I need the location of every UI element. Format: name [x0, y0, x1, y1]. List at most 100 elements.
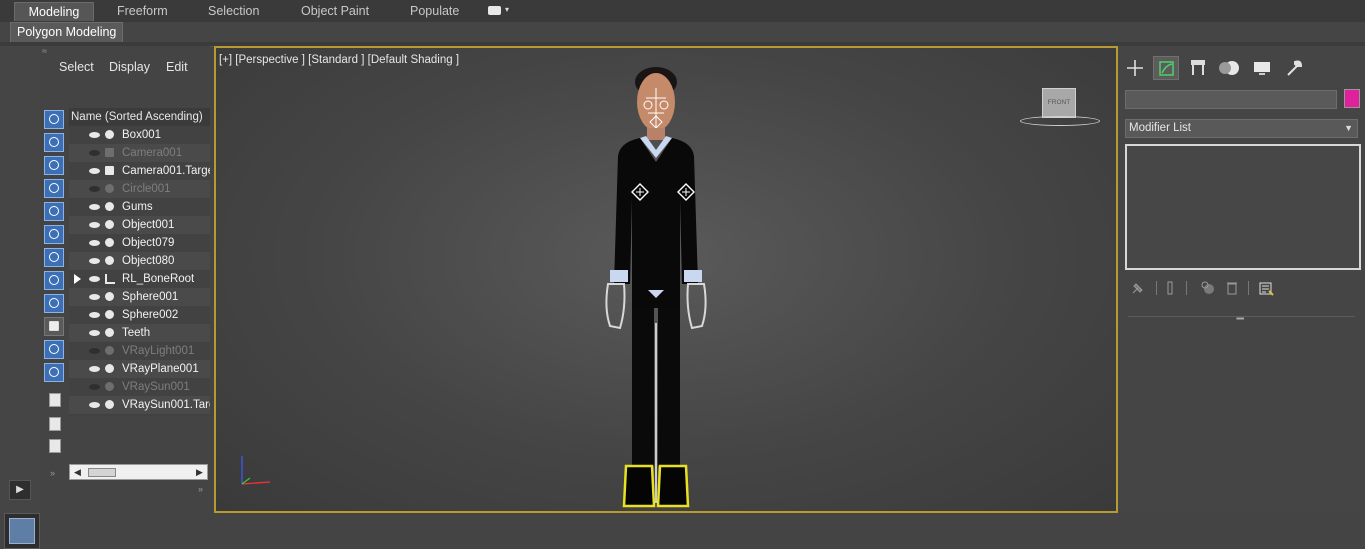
utilities-tab[interactable]	[1281, 56, 1307, 80]
visibility-eye-icon[interactable]	[89, 330, 100, 336]
menu-select[interactable]: Select	[59, 60, 94, 74]
object-name-field[interactable]	[1125, 90, 1337, 109]
display-tab[interactable]	[1249, 56, 1275, 80]
visibility-eye-icon[interactable]	[89, 168, 100, 174]
ribbon-options-dropdown[interactable]: ▾	[488, 5, 512, 17]
make-unique-icon[interactable]	[1200, 280, 1216, 296]
play-icon[interactable]: ▶	[9, 480, 31, 500]
pin-stack-icon[interactable]	[1130, 280, 1146, 296]
list-item[interactable]: Teeth	[69, 324, 210, 342]
filter-bones-button[interactable]	[44, 294, 64, 313]
filter-cameras-button[interactable]	[44, 179, 64, 198]
layer-icon[interactable]	[49, 417, 61, 431]
camera-icon	[105, 166, 114, 175]
sphere-icon	[105, 292, 114, 301]
sphere-icon	[105, 328, 114, 337]
filter-geometry-button[interactable]	[44, 110, 64, 129]
list-item[interactable]: VRaySun001.Target	[69, 396, 210, 414]
list-item[interactable]: Camera001.Target	[69, 162, 210, 180]
tab-object-paint[interactable]: Object Paint	[301, 2, 369, 20]
chevron-down-icon: ▼	[1344, 123, 1353, 133]
list-item[interactable]: Camera001	[69, 144, 210, 162]
list-item[interactable]: VRayLight001	[69, 342, 210, 360]
character-model[interactable]	[596, 58, 716, 513]
list-item[interactable]: Object001	[69, 216, 210, 234]
expand-right-icon[interactable]: »	[198, 484, 203, 494]
configure-modifier-sets-icon[interactable]	[1258, 280, 1274, 296]
filter-hidden-button[interactable]	[44, 363, 64, 382]
list-item[interactable]: Box001	[69, 126, 210, 144]
visibility-eye-icon[interactable]	[89, 132, 100, 138]
visibility-eye-icon[interactable]	[89, 204, 100, 210]
object-color-swatch[interactable]	[1344, 89, 1360, 108]
filter-xrefs-button[interactable]	[44, 271, 64, 290]
hierarchy-icon	[1191, 60, 1205, 75]
visibility-eye-icon[interactable]	[89, 312, 100, 318]
list-item[interactable]: Sphere002	[69, 306, 210, 324]
column-header-name[interactable]: Name (Sorted Ascending)	[69, 108, 210, 126]
filter-groups-button[interactable]	[44, 248, 64, 267]
hierarchy-tab[interactable]	[1185, 56, 1211, 80]
viewcube[interactable]: FRONT	[1042, 88, 1076, 118]
visibility-eye-icon[interactable]	[89, 222, 100, 228]
list-item[interactable]: Circle001	[69, 180, 210, 198]
menu-display[interactable]: Display	[109, 60, 150, 74]
list-item[interactable]: Gums	[69, 198, 210, 216]
visibility-eye-icon[interactable]	[89, 150, 100, 156]
trash-icon[interactable]	[1224, 280, 1240, 296]
object-name: Circle001	[122, 183, 171, 195]
filter-frozen-button[interactable]	[44, 340, 64, 359]
tab-modeling[interactable]: Modeling	[14, 2, 94, 21]
modifier-stack[interactable]	[1125, 144, 1361, 270]
scene-explorer-menu: Select Display Edit	[40, 56, 210, 76]
filter-helpers-button[interactable]	[44, 202, 64, 221]
visibility-eye-icon[interactable]	[89, 294, 100, 300]
horizontal-scrollbar[interactable]: ◀ ▶	[69, 464, 208, 480]
filter-spacewarps-button[interactable]	[44, 225, 64, 244]
modify-tab[interactable]	[1153, 56, 1179, 80]
filter-containers-button[interactable]	[44, 317, 64, 336]
object-name: VRayPlane001	[122, 363, 199, 375]
list-item[interactable]: Object079	[69, 234, 210, 252]
visibility-eye-icon[interactable]	[89, 402, 100, 408]
object-name: Camera001.Target	[122, 165, 210, 177]
scrollbar-thumb[interactable]	[88, 468, 116, 477]
scroll-right-icon[interactable]: ▶	[196, 467, 203, 478]
list-item[interactable]: VRaySun001	[69, 378, 210, 396]
show-end-result-icon[interactable]	[1162, 280, 1178, 296]
viewport-layout-button[interactable]	[4, 513, 40, 549]
visibility-eye-icon[interactable]	[89, 366, 100, 372]
list-item[interactable]: RL_BoneRoot	[69, 270, 210, 288]
visibility-eye-icon[interactable]	[89, 258, 100, 264]
visibility-eye-icon[interactable]	[89, 348, 100, 354]
create-icon	[1127, 60, 1143, 76]
visibility-eye-icon[interactable]	[89, 240, 100, 246]
rollout-grip-icon[interactable]: ▪▪▪▪	[1236, 314, 1244, 323]
tab-selection[interactable]: Selection	[208, 2, 259, 20]
scroll-left-icon[interactable]: ◀	[74, 467, 81, 478]
list-item[interactable]: Object080	[69, 252, 210, 270]
expand-arrow-icon[interactable]	[74, 274, 81, 284]
menu-edit[interactable]: Edit	[166, 60, 188, 74]
visibility-eye-icon[interactable]	[89, 276, 100, 282]
motion-tab[interactable]	[1217, 56, 1243, 80]
list-item[interactable]: VRayPlane001	[69, 360, 210, 378]
tab-freeform[interactable]: Freeform	[117, 2, 168, 20]
create-tab[interactable]	[1122, 56, 1148, 80]
viewport-label-menu[interactable]: [+] [Perspective ] [Standard ] [Default …	[219, 54, 459, 66]
collapse-left-icon[interactable]: »	[50, 468, 55, 478]
tab-populate[interactable]: Populate	[410, 2, 459, 20]
polygon-modeling-panel-button[interactable]: Polygon Modeling	[10, 22, 124, 43]
visibility-eye-icon[interactable]	[89, 186, 100, 192]
viewcube-compass-ring[interactable]	[1020, 116, 1100, 126]
perspective-viewport[interactable]: [+] [Perspective ] [Standard ] [Default …	[214, 46, 1118, 513]
display-icon	[1254, 62, 1270, 75]
filter-shapes-button[interactable]	[44, 133, 64, 152]
modifier-list-dropdown[interactable]: Modifier List ▼	[1125, 119, 1358, 138]
filter-lights-button[interactable]	[44, 156, 64, 175]
list-item[interactable]: Sphere001	[69, 288, 210, 306]
visibility-eye-icon[interactable]	[89, 384, 100, 390]
list-icon[interactable]	[49, 439, 61, 453]
document-icon[interactable]	[49, 393, 61, 407]
camera-icon	[105, 148, 114, 157]
